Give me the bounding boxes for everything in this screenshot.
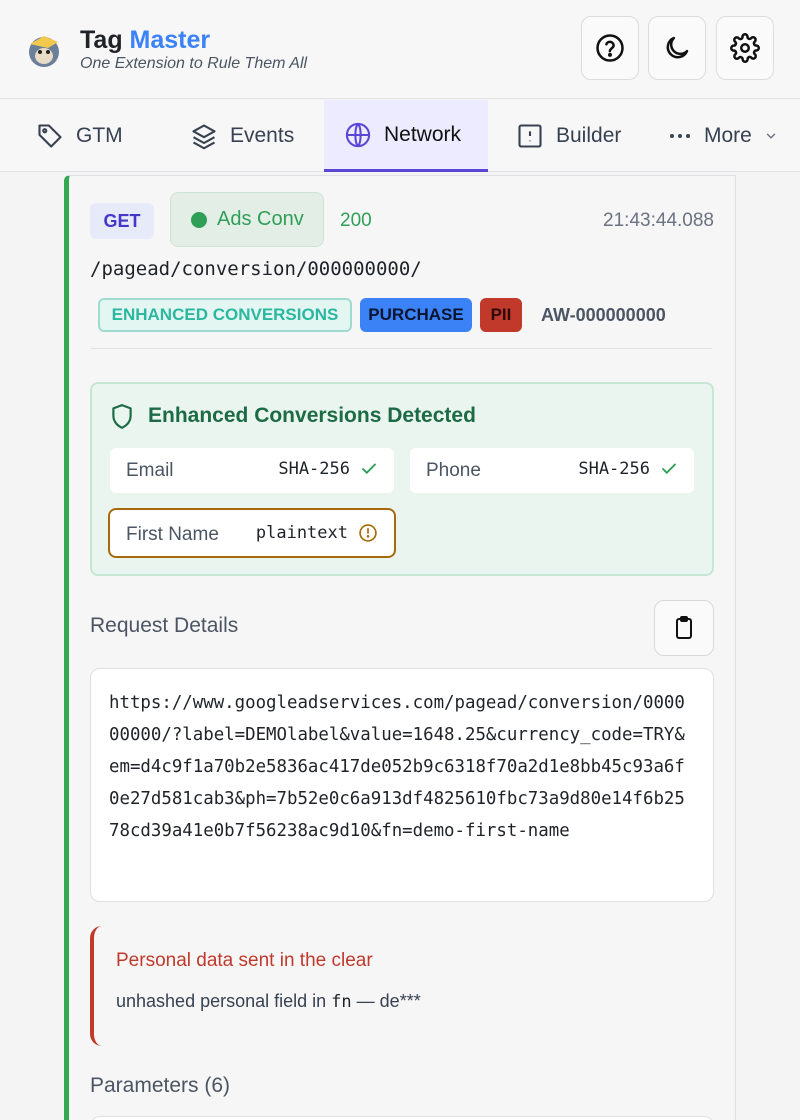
request-details-label: Request Details [90, 614, 239, 637]
ec-field-value: SHA-256 [578, 459, 678, 479]
pii-alert-suffix: — de*** [356, 991, 421, 1011]
hash-type: SHA-256 [578, 459, 650, 479]
ellipsis-icon [670, 134, 690, 138]
pii-alert-body: unhashed personal field in fn — de*** [116, 991, 421, 1012]
ec-field-label: Phone [426, 460, 481, 481]
tab-network[interactable]: Network [324, 100, 488, 172]
help-icon [596, 34, 624, 62]
divider [90, 348, 712, 349]
tab-bar: GTM Events Network Builder More [0, 100, 800, 172]
tab-gtm[interactable]: GTM [36, 100, 156, 172]
badge-purchase: PURCHASE [360, 298, 472, 332]
app-title-main: Tag [80, 26, 123, 54]
tag-type-label: Ads Conv [217, 208, 304, 230]
app-tagline: One Extension to Rule Them All [80, 55, 308, 72]
tab-gtm-label: GTM [76, 124, 123, 147]
ec-field-email: Email SHA-256 [110, 448, 394, 493]
tab-builder[interactable]: Builder [516, 100, 636, 172]
ec-field-label: First Name [126, 524, 219, 545]
app-title: Tag Master [80, 26, 210, 55]
parameters-table [90, 1116, 714, 1120]
moon-icon [666, 36, 689, 59]
badge-pii: PII [480, 298, 522, 332]
check-icon [662, 463, 676, 475]
tab-builder-label: Builder [556, 124, 622, 147]
ec-field-value: plaintext [256, 523, 378, 543]
pii-alert [90, 926, 714, 1046]
clipboard-icon [676, 616, 692, 639]
tag-icon [38, 124, 62, 148]
warning-clock-icon [359, 524, 377, 542]
request-timestamp: 21:43:44.088 [603, 210, 714, 231]
help-button[interactable] [581, 16, 639, 80]
status-code: 200 [340, 210, 372, 231]
app-title-accent: Master [129, 26, 211, 54]
tab-events-label: Events [230, 124, 295, 147]
hash-type: SHA-256 [278, 459, 350, 479]
copy-url-button[interactable] [654, 600, 714, 656]
hash-type: plaintext [255, 523, 348, 543]
request-path: /pagead/conversion/000000000/ [90, 258, 422, 280]
app-header: Tag Master One Extension to Rule Them Al… [0, 0, 800, 99]
ec-field-label: Email [126, 460, 174, 481]
gear-icon [730, 33, 760, 63]
ec-field-value: SHA-256 [278, 459, 378, 479]
request-url[interactable]: https://www.googleadservices.com/pagead/… [90, 668, 714, 902]
logo-icon [29, 36, 59, 67]
chevron-down-icon [766, 133, 776, 139]
tab-events[interactable]: Events [190, 100, 310, 172]
layers-icon [192, 124, 216, 150]
shield-icon [112, 404, 132, 429]
method-badge: GET [90, 203, 154, 239]
tab-more[interactable]: More [668, 100, 788, 172]
enhanced-conversions-title: Enhanced Conversions Detected [148, 404, 476, 427]
tag-type-pill[interactable]: Ads Conv [170, 192, 324, 247]
settings-button[interactable] [716, 16, 774, 80]
pii-alert-prefix: unhashed personal field in [116, 991, 327, 1011]
ec-field-phone: Phone SHA-256 [410, 448, 694, 493]
globe-icon [345, 122, 371, 147]
ec-field-first-name: First Name plaintext [108, 508, 396, 558]
tab-more-label: More [704, 124, 752, 147]
parameters-label[interactable]: Parameters (6) [90, 1074, 230, 1098]
check-icon [362, 463, 376, 475]
badge-enhanced-conversions: ENHANCED CONVERSIONS [98, 298, 352, 332]
builder-icon [518, 124, 542, 148]
theme-toggle-button[interactable] [648, 16, 706, 80]
tab-network-label: Network [384, 122, 462, 146]
pii-alert-title: Personal data sent in the clear [116, 950, 373, 971]
pii-alert-field: fn [331, 992, 352, 1012]
status-dot-icon [191, 211, 207, 228]
account-id: AW-000000000 [541, 305, 666, 325]
